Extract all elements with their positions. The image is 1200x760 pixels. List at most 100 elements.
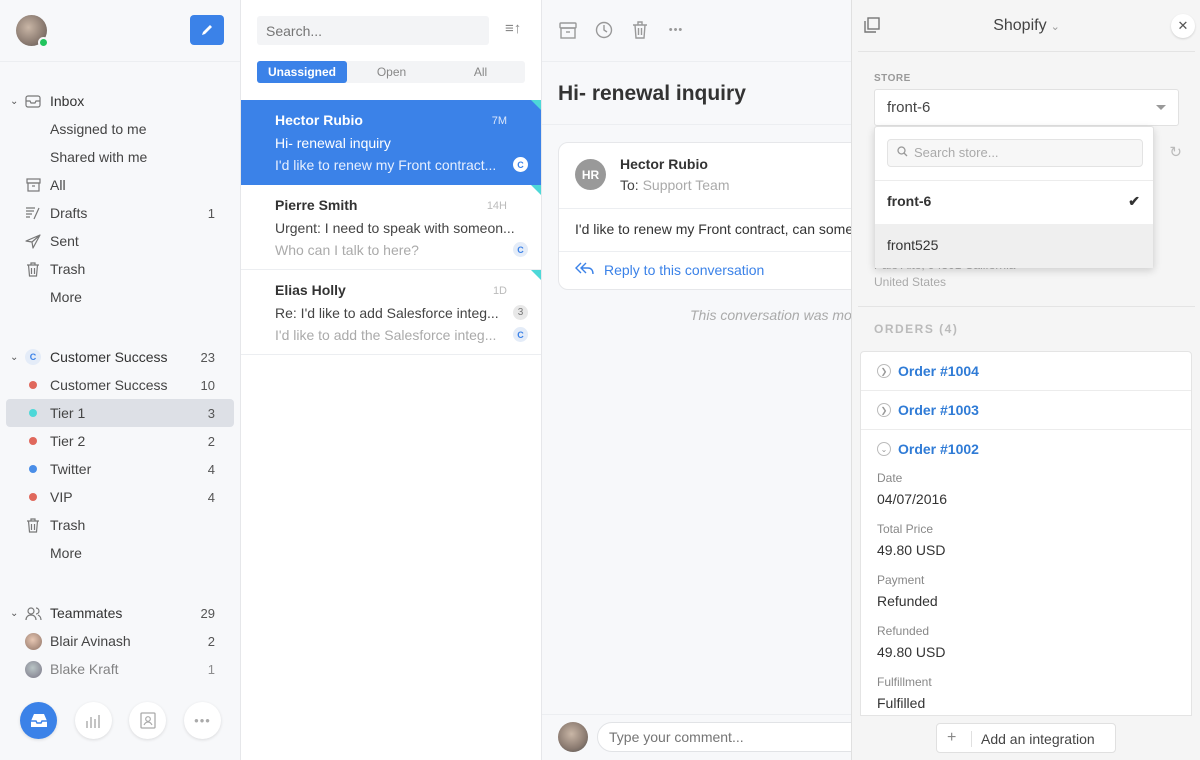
field-label: Date <box>877 471 903 485</box>
sidebar-item-drafts[interactable]: Drafts 1 <box>0 199 240 227</box>
conversation-list-item[interactable]: Hector Rubio 7M Hi- renewal inquiry I'd … <box>241 100 541 185</box>
more-dots-icon: ••• <box>194 713 211 728</box>
chevron-down-icon[interactable]: ⌄ <box>10 96 18 107</box>
reply-link[interactable]: Reply to this conversation <box>575 262 764 278</box>
sidebar-item-team-more[interactable]: More <box>0 539 240 567</box>
comment-input[interactable] <box>597 722 851 752</box>
divider <box>559 208 851 209</box>
subject: Re: I'd like to add Salesforce integ... <box>275 305 499 321</box>
sidebar-item-label: Shared with me <box>50 149 148 165</box>
store-option[interactable]: front525 <box>875 224 1153 268</box>
sidebar-item-all[interactable]: All <box>0 171 240 199</box>
sender-avatar: HR <box>575 159 606 190</box>
message-sender: Hector Rubio <box>620 156 708 172</box>
search-input[interactable] <box>257 16 489 45</box>
divider <box>858 306 1195 307</box>
teammate-avatar <box>24 632 42 650</box>
field-value: Fulfilled <box>877 695 926 711</box>
order-item[interactable]: ❯ Order #1003 <box>861 391 1191 430</box>
sidebar-item-label: VIP <box>50 489 73 505</box>
order-item[interactable]: ❯ Order #1004 <box>861 352 1191 391</box>
tab-all[interactable]: All <box>436 61 525 83</box>
reply-label: Reply to this conversation <box>604 262 765 278</box>
sidebar-item-shared-with-me[interactable]: Shared with me <box>0 143 240 171</box>
trash-icon[interactable] <box>630 20 650 40</box>
sidebar-item-assigned-to-me[interactable]: Assigned to me <box>0 115 240 143</box>
refresh-icon[interactable]: ↻ <box>1169 143 1182 161</box>
inbox-app-button[interactable] <box>20 702 57 739</box>
sent-icon <box>24 232 42 250</box>
chevron-down-icon[interactable]: ⌄ <box>10 352 18 363</box>
field-label: Total Price <box>877 522 934 536</box>
sidebar-item-teammate[interactable]: Blake Kraft 1 <box>0 655 240 683</box>
sidebar-item-label: All <box>50 177 66 193</box>
add-integration-button[interactable]: + Add an integration <box>936 723 1116 753</box>
sidebar-item-sent[interactable]: Sent <box>0 227 240 255</box>
sidebar-item-count: 10 <box>200 377 215 393</box>
chevron-down-icon[interactable]: ⌄ <box>10 608 18 619</box>
field-value: 49.80 USD <box>877 644 946 660</box>
tag-corner-indicator <box>531 270 541 280</box>
order-field-refunded: Refunded 49.80 USD <box>877 622 1191 673</box>
user-avatar <box>558 722 588 752</box>
team-badge-icon: C <box>25 349 41 365</box>
conversation-list-item[interactable]: Pierre Smith 14H Urgent: I need to speak… <box>241 185 541 270</box>
sidebar-item-count: 2 <box>207 433 215 449</box>
sidebar-item-tier-1[interactable]: Tier 1 3 <box>6 399 234 427</box>
message-card: HR Hector Rubio To: Support Team I'd lik… <box>558 142 851 290</box>
archive-icon[interactable] <box>558 20 578 40</box>
conversation-list-item[interactable]: Elias Holly 1D Re: I'd like to add Sales… <box>241 270 541 355</box>
to-label: To: <box>620 177 639 193</box>
tab-unassigned[interactable]: Unassigned <box>257 61 347 83</box>
contacts-button[interactable] <box>129 702 166 739</box>
tab-open[interactable]: Open <box>347 61 436 83</box>
teammates-icon <box>24 604 42 622</box>
bar-chart-icon <box>85 715 100 728</box>
checkmark-icon: ✔ <box>1128 193 1140 209</box>
sidebar-item-more[interactable]: More <box>0 283 240 311</box>
conversation-title: Hi- renewal inquiry <box>558 82 746 105</box>
sidebar-item-vip[interactable]: VIP 4 <box>0 483 240 511</box>
sidebar-item-label: Customer Success <box>50 349 168 365</box>
analytics-button[interactable] <box>75 702 112 739</box>
order-link[interactable]: Order #1004 <box>898 363 979 379</box>
user-avatar[interactable] <box>16 15 49 48</box>
sidebar-item-teammate[interactable]: Blair Avinash 2 <box>0 627 240 655</box>
compose-button[interactable] <box>190 15 224 45</box>
preview: I'd like to renew my Front contract... <box>275 157 497 173</box>
message-body: I'd like to renew my Front contract, can… <box>575 221 851 237</box>
sidebar-item-label: Trash <box>50 261 86 277</box>
more-options-icon[interactable]: ••• <box>666 20 686 40</box>
sidebar-item-team-trash[interactable]: Trash <box>0 511 240 539</box>
sidebar-item-customer-success[interactable]: Customer Success 10 <box>0 371 240 399</box>
address-line: United States <box>874 275 947 289</box>
sidebar-item-team-customer-success[interactable]: ⌄ C Customer Success 23 <box>0 343 240 371</box>
close-icon[interactable]: ✕ <box>1171 14 1195 38</box>
subject: Urgent: I need to speak with someon... <box>275 220 515 236</box>
store-search-input[interactable]: Search store... <box>887 139 1143 167</box>
recipient-name[interactable]: Support Team <box>643 177 730 193</box>
sidebar-item-inbox[interactable]: ⌄ Inbox <box>0 87 240 115</box>
order-header[interactable]: ⌄ Order #1002 <box>877 430 1191 469</box>
drafts-icon <box>24 204 42 222</box>
reply-all-icon <box>575 262 594 278</box>
sidebar-item-teammates[interactable]: ⌄ Teammates 29 <box>0 599 240 627</box>
order-link[interactable]: Order #1003 <box>898 402 979 418</box>
store-option-label: front-6 <box>887 193 932 209</box>
sidebar-item-twitter[interactable]: Twitter 4 <box>0 455 240 483</box>
store-select[interactable]: front-6 <box>874 89 1179 126</box>
more-apps-button[interactable]: ••• <box>184 702 221 739</box>
store-option[interactable]: front-6 ✔ <box>875 180 1153 224</box>
chevron-right-icon: ❯ <box>877 364 891 378</box>
snooze-clock-icon[interactable] <box>594 20 614 40</box>
sidebar-item-count: 1 <box>207 661 215 677</box>
sort-icon[interactable]: ≡↑ <box>505 20 521 37</box>
sidebar-item-trash[interactable]: Trash <box>0 255 240 283</box>
order-link[interactable]: Order #1002 <box>898 441 979 457</box>
sidebar-item-label: Drafts <box>50 205 88 221</box>
sidebar-header <box>0 0 240 62</box>
tag-dot-icon <box>29 465 37 473</box>
integration-title: Shopify <box>993 17 1047 34</box>
integration-selector[interactable]: Shopify ⌄ <box>858 17 1195 35</box>
sidebar-item-tier-2[interactable]: Tier 2 2 <box>0 427 240 455</box>
